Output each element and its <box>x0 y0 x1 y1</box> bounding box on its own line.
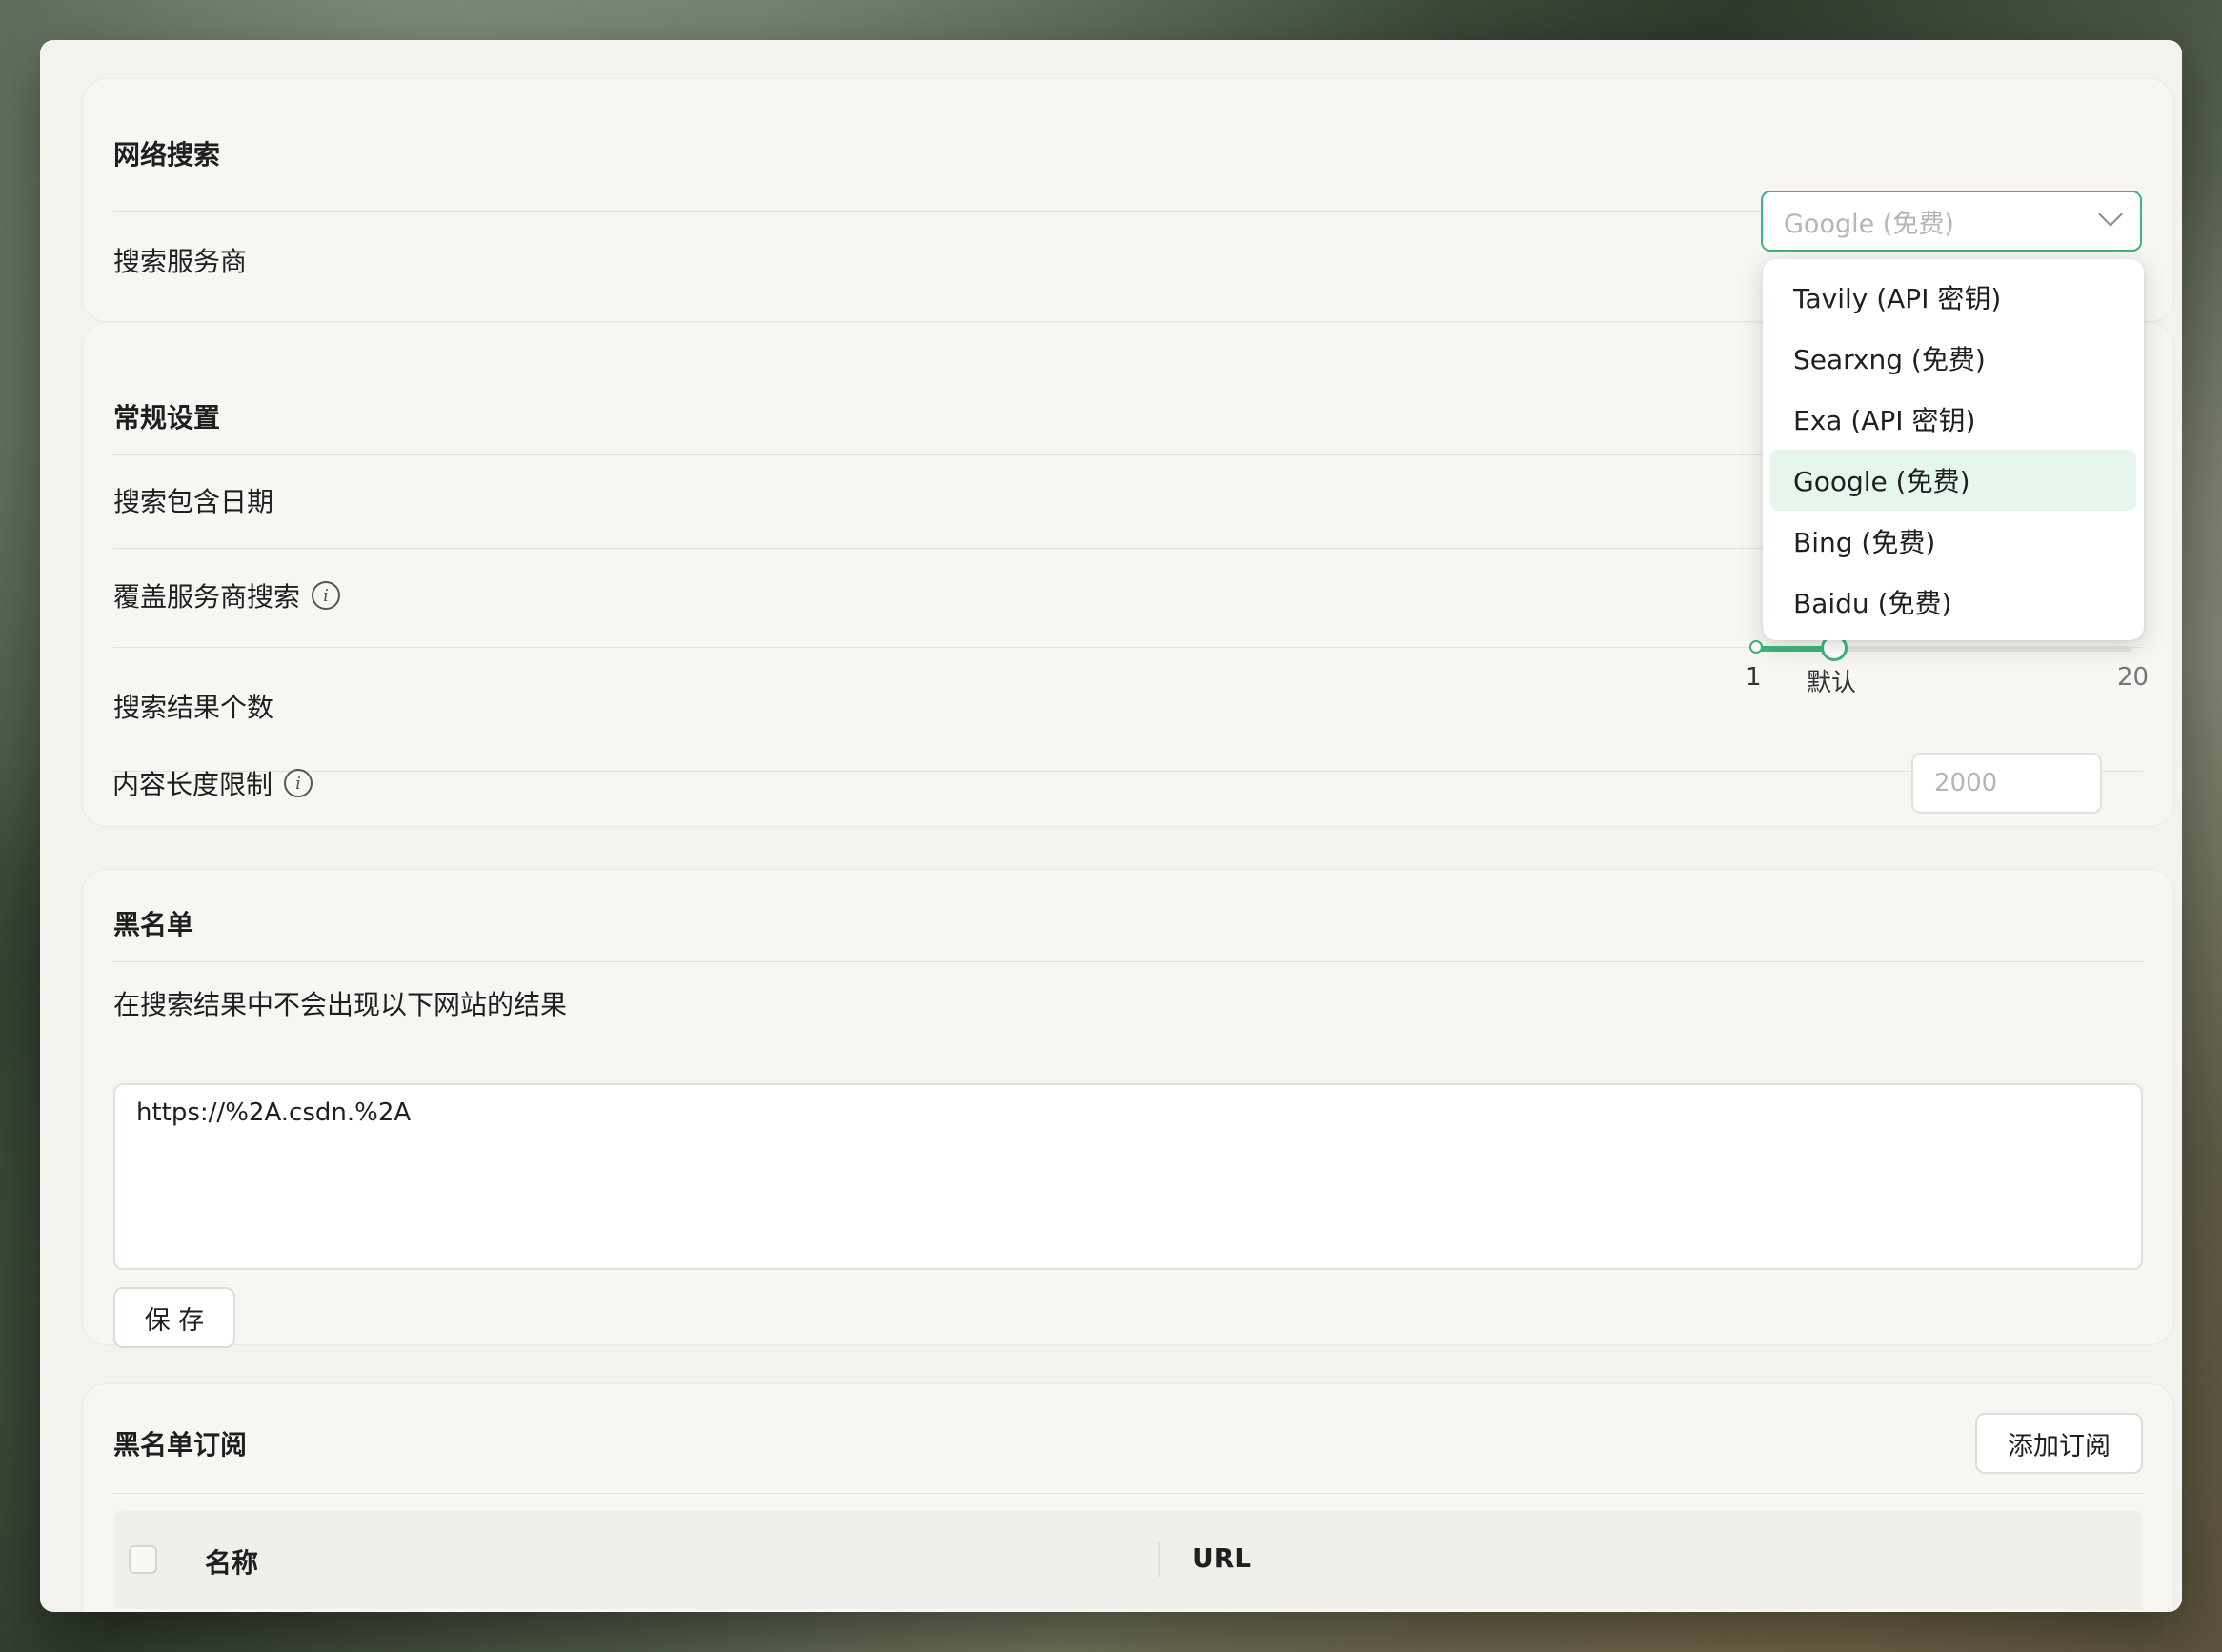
slider-min-dot <box>1749 640 1763 654</box>
provider-select-value: Google (免费) <box>1784 209 1954 239</box>
slider-min-label: 1 <box>1746 663 1762 692</box>
subscription-title: 黑名单订阅 <box>113 1429 248 1461</box>
content-limit-input[interactable]: 2000 <box>1911 753 2102 814</box>
web-search-title: 网络搜索 <box>113 139 221 171</box>
blacklist-textarea[interactable]: https://%2A.csdn.%2A <box>113 1083 2143 1270</box>
result-count-label: 搜索结果个数 <box>113 692 274 723</box>
settings-window: 网络搜索 搜索服务商 常规设置 搜索包含日期 覆盖服务商搜索 i 搜索结果个数 … <box>40 40 2182 1612</box>
column-url: URL <box>1192 1542 1252 1574</box>
provider-label: 搜索服务商 <box>113 246 248 277</box>
chevron-down-icon <box>2098 202 2123 227</box>
result-count-slider[interactable] <box>1749 635 2132 661</box>
content-limit-label: 内容长度限制 i <box>112 764 313 802</box>
slider-max-label: 20 <box>2117 663 2150 692</box>
blacklist-description: 在搜索结果中不会出现以下网站的结果 <box>113 989 568 1020</box>
provider-select[interactable]: Google (免费) <box>1761 191 2142 252</box>
blacklist-title: 黑名单 <box>113 909 194 940</box>
divider <box>113 771 2143 772</box>
info-icon[interactable]: i <box>284 769 313 797</box>
provider-option-tavily[interactable]: Tavily (API 密钥) <box>1770 267 2136 328</box>
general-settings-title: 常规设置 <box>113 402 221 433</box>
save-button[interactable]: 保 存 <box>113 1287 235 1348</box>
info-icon[interactable]: i <box>312 581 341 610</box>
provider-option-bing[interactable]: Bing (免费) <box>1770 511 2136 572</box>
column-separator <box>1158 1542 1160 1577</box>
blacklist-card: 黑名单 在搜索结果中不会出现以下网站的结果 https://%2A.csdn.%… <box>82 869 2174 1348</box>
provider-dropdown: Tavily (API 密钥) Searxng (免费) Exa (API 密钥… <box>1763 259 2144 640</box>
provider-option-exa[interactable]: Exa (API 密钥) <box>1770 389 2136 450</box>
provider-option-searxng[interactable]: Searxng (免费) <box>1770 328 2136 389</box>
blacklist-subscription-card: 黑名单订阅 添加订阅 名称 URL <box>82 1383 2174 1612</box>
slider-default-label: 默认 <box>1807 669 1857 697</box>
divider <box>113 961 2143 962</box>
select-all-checkbox[interactable] <box>129 1545 157 1574</box>
override-search-label: 覆盖服务商搜索 i <box>113 576 341 614</box>
divider <box>113 1493 2143 1494</box>
provider-option-google[interactable]: Google (免费) <box>1770 450 2136 511</box>
include-date-label: 搜索包含日期 <box>113 486 274 517</box>
add-subscription-button[interactable]: 添加订阅 <box>1975 1413 2143 1474</box>
column-name: 名称 <box>205 1547 259 1579</box>
table-header: 名称 URL <box>113 1510 2143 1609</box>
provider-option-baidu[interactable]: Baidu (免费) <box>1770 572 2136 633</box>
